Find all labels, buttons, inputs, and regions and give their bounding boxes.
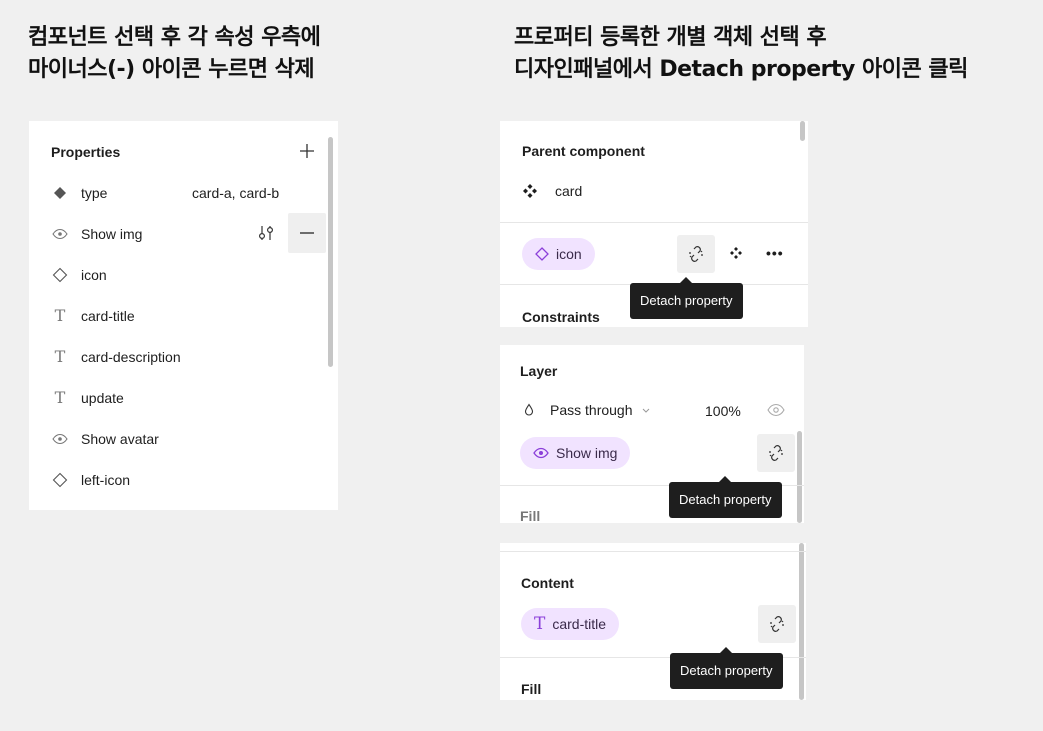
right-heading-line-1: 프로퍼티 등록한 개별 객체 선택 후 <box>514 25 827 50</box>
instance-diamond-outline-icon <box>50 267 70 283</box>
go-to-main-component-icon[interactable] <box>728 245 744 264</box>
detach-property-tooltip: Detach property <box>669 476 782 518</box>
right-heading-line-2: 디자인패널에서 Detach property 아이콘 클릭 <box>514 57 968 82</box>
visibility-eye-icon[interactable] <box>767 403 785 420</box>
property-name: icon <box>81 266 107 283</box>
variant-diamond-filled-icon <box>50 186 70 200</box>
instance-diamond-outline-icon <box>535 247 549 261</box>
property-row[interactable]: Tcard-title <box>29 295 338 336</box>
detach-property-button[interactable] <box>758 605 796 643</box>
property-row[interactable]: Tupdate <box>29 377 338 418</box>
panel-scrollbar[interactable] <box>800 121 805 141</box>
plus-icon <box>300 144 314 158</box>
detach-property-button[interactable] <box>677 235 715 273</box>
eye-icon <box>50 228 70 240</box>
property-name: card-description <box>81 348 181 365</box>
detach-property-button[interactable] <box>757 434 795 472</box>
property-row[interactable]: Show avatar <box>29 418 338 459</box>
show-img-property-chip[interactable]: Show img <box>520 437 631 469</box>
eye-icon <box>533 447 549 459</box>
layer-panel: Layer Pass through 100% Show img Fill De… <box>500 345 804 524</box>
left-heading-line-2: 마이너스(-) 아이콘 누르면 삭제 <box>28 57 315 82</box>
property-controls-icon[interactable] <box>255 222 277 244</box>
icon-property-chip[interactable]: icon <box>522 238 595 270</box>
add-property-button[interactable] <box>295 139 319 163</box>
divider <box>500 551 806 552</box>
property-row[interactable]: icon <box>29 254 338 295</box>
property-name: card-title <box>81 307 135 324</box>
detach-link-icon <box>769 445 783 461</box>
property-row[interactable]: Tcard-description <box>29 336 338 377</box>
panel-scrollbar[interactable] <box>797 431 802 523</box>
property-name: left-icon <box>81 471 131 488</box>
minus-icon <box>300 232 314 234</box>
component-row[interactable]: card <box>522 183 582 199</box>
instance-diamond-outline-icon <box>50 472 70 488</box>
property-value: card-a, card-b <box>192 184 280 201</box>
component-name: card <box>555 183 583 199</box>
parent-component-panel: Parent component card icon ••• Constrain… <box>500 121 808 327</box>
property-name: type <box>81 184 108 201</box>
text-icon: T <box>54 347 66 366</box>
chip-label: card-title <box>552 616 607 632</box>
property-name: Show avatar <box>81 430 159 447</box>
panel-scrollbar[interactable] <box>799 543 804 700</box>
blend-mode-row[interactable]: Pass through <box>522 402 651 418</box>
blend-mode-value: Pass through <box>550 402 633 418</box>
chip-label: Show img <box>556 445 618 461</box>
property-row[interactable]: type card-a, card-b <box>29 172 338 213</box>
detach-link-icon <box>770 616 784 632</box>
left-heading-line-1: 컴포넌트 선택 후 각 속성 우측에 <box>28 25 321 50</box>
drop-icon <box>524 403 534 416</box>
component-icon <box>523 184 537 198</box>
more-options-icon[interactable]: ••• <box>766 245 784 261</box>
remove-property-button[interactable] <box>288 213 326 253</box>
section-title: Content <box>521 575 574 591</box>
divider <box>500 222 808 223</box>
card-title-property-chip[interactable]: T card-title <box>521 608 620 640</box>
property-row[interactable]: left-icon <box>29 459 338 500</box>
next-section-title: Constraints <box>522 309 600 325</box>
text-icon: T <box>534 614 546 634</box>
properties-title: Properties <box>51 144 121 160</box>
detach-link-icon <box>689 246 703 262</box>
chip-label: icon <box>556 246 582 262</box>
left-instruction-heading: 컴포넌트 선택 후 각 속성 우측에 마이너스(-) 아이콘 누르면 삭제 <box>28 22 321 86</box>
section-title: Parent component <box>522 143 645 159</box>
eye-icon <box>50 433 70 445</box>
detach-property-tooltip: Detach property <box>670 647 783 689</box>
property-name: Show img <box>81 225 143 242</box>
property-name: update <box>81 389 124 406</box>
text-icon: T <box>54 306 66 325</box>
detach-property-tooltip: Detach property <box>630 277 743 319</box>
chevron-down-icon <box>642 408 649 413</box>
next-section-title: Fill <box>520 508 541 524</box>
right-instruction-heading: 프로퍼티 등록한 개별 객체 선택 후 디자인패널에서 Detach prope… <box>514 22 968 86</box>
section-title: Layer <box>520 363 558 379</box>
content-panel: Content T card-title Fill Detach propert… <box>500 543 806 700</box>
next-section-title: Fill <box>521 681 542 697</box>
text-icon: T <box>54 388 66 407</box>
opacity-value[interactable]: 100% <box>705 403 741 419</box>
properties-panel: Properties type card-a, card-b Show img ico… <box>29 121 338 510</box>
